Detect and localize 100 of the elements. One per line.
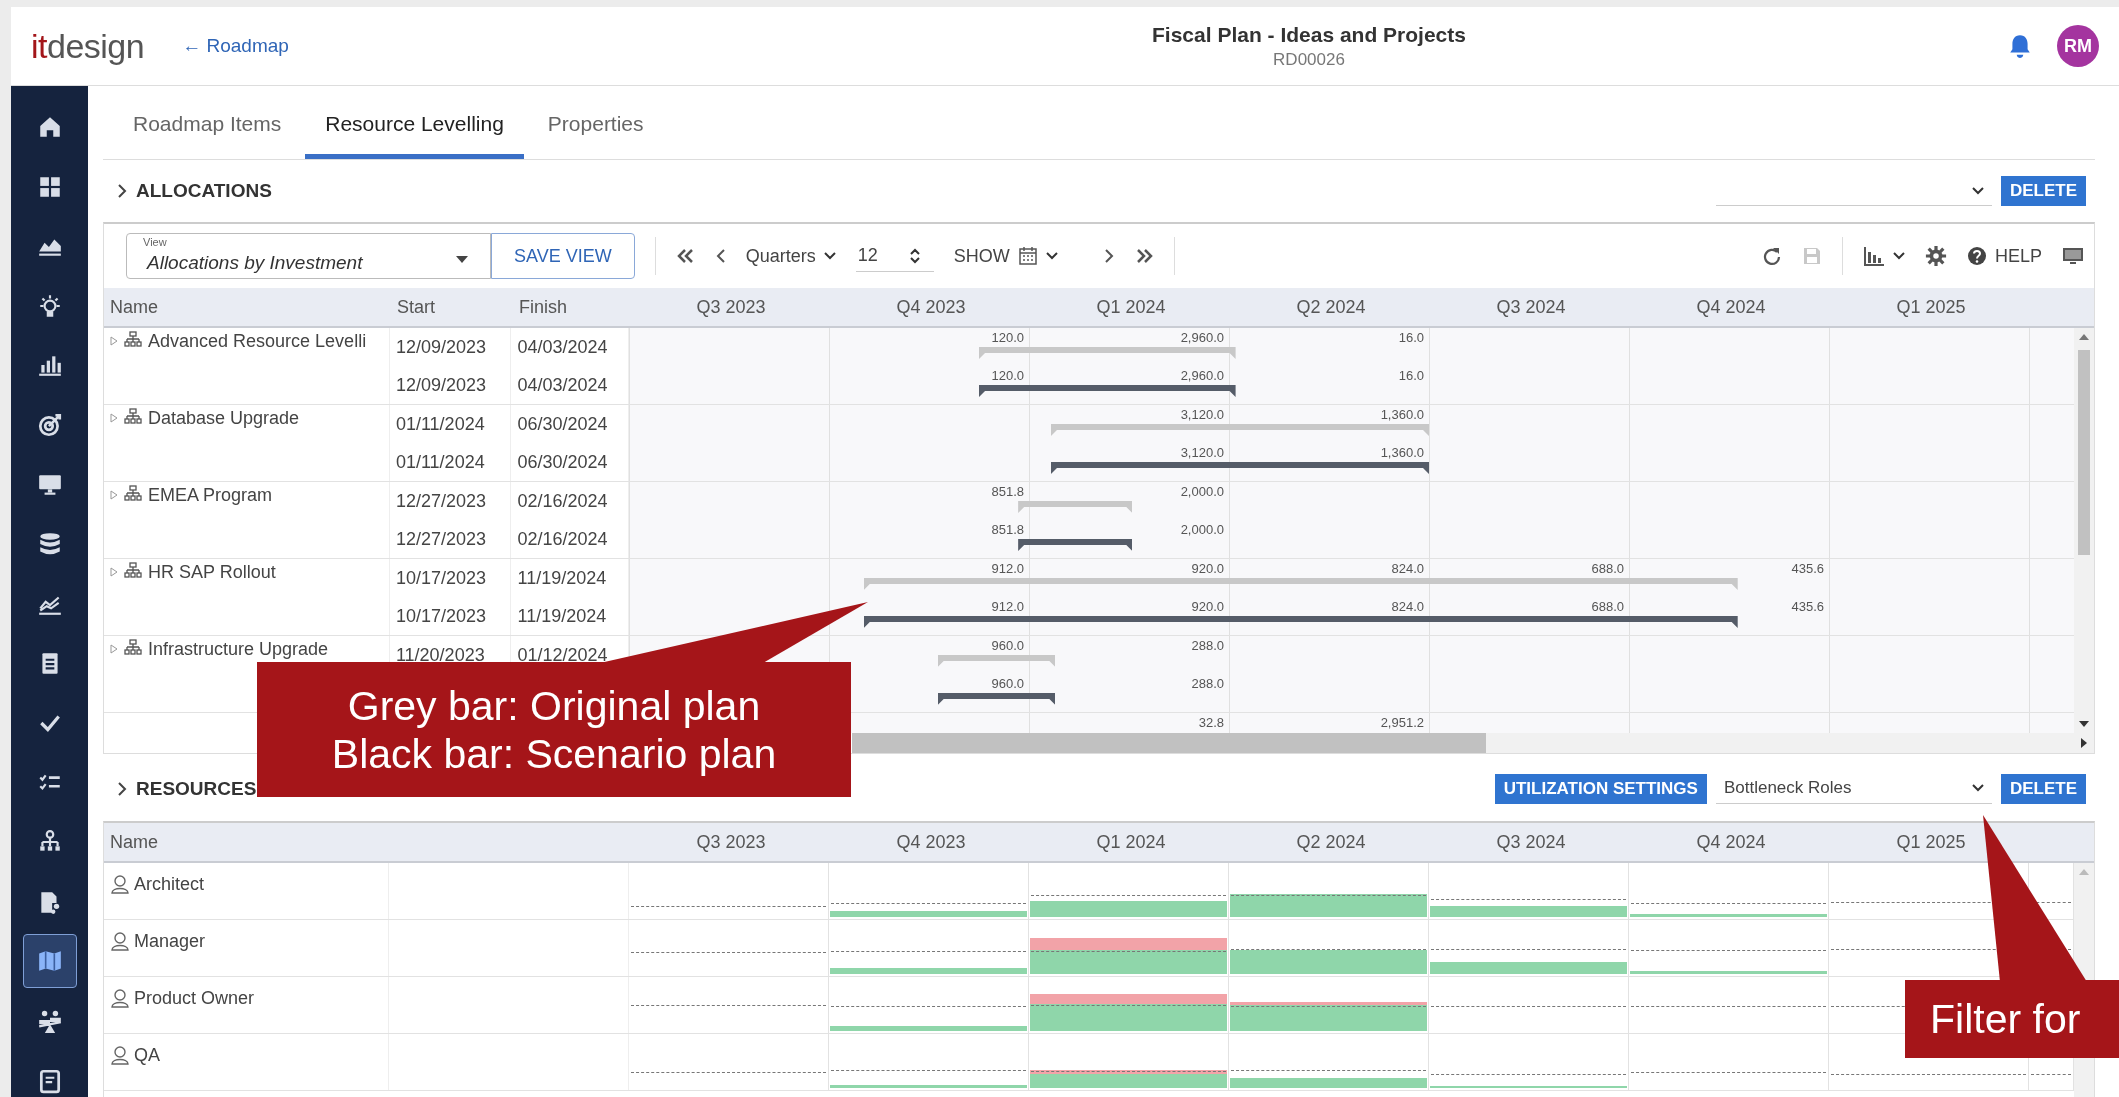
chart-menu-button[interactable]: [1862, 246, 1905, 266]
value-label: 688.0: [1590, 599, 1625, 614]
value-label: 3,120.0: [1179, 445, 1225, 460]
filter-dropdown[interactable]: Bottleneck Roles: [1715, 773, 1992, 804]
finish-date: 01/12/2024: [517, 644, 608, 666]
hierarchy-icon: [124, 485, 142, 501]
value-label: 435.6: [1790, 561, 1825, 576]
settings-icon[interactable]: [1924, 245, 1947, 267]
start-date: 10/17/2023: [395, 605, 486, 627]
caret-icon: [1045, 252, 1058, 260]
scroll-right-icon[interactable]: [2081, 738, 2087, 748]
utilization-settings-button[interactable]: UTILIZATION SETTINGS: [1494, 773, 1707, 804]
finish-date: 11/19/2024: [517, 567, 607, 589]
column-header[interactable]: Start: [391, 296, 513, 318]
tab[interactable]: Properties: [527, 86, 664, 159]
notification-bell-icon[interactable]: [2007, 32, 2033, 60]
value-label: 120.0: [990, 330, 1025, 345]
chevron-right-icon[interactable]: [117, 183, 127, 199]
value-label: 2,000.0: [1179, 484, 1225, 499]
finish-date: 02/16/2024: [517, 528, 608, 550]
value-label: 912.0: [990, 561, 1025, 576]
hierarchy-icon: [124, 331, 142, 347]
view-select[interactable]: View Allocations by Investment: [126, 233, 491, 279]
column-header: Q1 2024: [1095, 831, 1167, 853]
value-label: 960.0: [990, 676, 1025, 691]
double-chevron-left-icon[interactable]: [675, 248, 696, 264]
column-header: Q1 2024: [1095, 296, 1167, 318]
page-id: RD00026: [1272, 49, 1346, 70]
value-label: 824.0: [1390, 599, 1425, 614]
callout-text: Filter for: [1930, 995, 2082, 1043]
hierarchy-icon: [124, 562, 142, 578]
timescale-dropdown[interactable]: Quarters: [745, 245, 836, 267]
save-view-button[interactable]: SAVE VIEW: [491, 233, 635, 279]
field-label: View: [141, 236, 169, 248]
tab[interactable]: Roadmap Items: [113, 86, 302, 159]
back-link[interactable]: ← Roadmap: [182, 35, 289, 57]
target-icon: [36, 411, 63, 438]
chevron-left-icon[interactable]: [715, 248, 726, 264]
item-name: Infrastructure Upgrade: [148, 639, 329, 660]
item-name: EMEA Program: [148, 485, 273, 506]
tab[interactable]: Resource Levelling: [305, 86, 524, 159]
column-header[interactable]: Name: [104, 296, 391, 318]
value-label: 2,000.0: [1179, 522, 1225, 537]
resource-name: Architect: [134, 873, 205, 895]
person-icon: [110, 988, 130, 1008]
scroll-up-icon[interactable]: [2079, 334, 2089, 340]
column-header: Q1 2025: [1895, 296, 1967, 318]
item-name: Database Upgrade: [148, 408, 300, 429]
sidebar-item[interactable]: [22, 934, 77, 989]
show-button[interactable]: SHOW: [953, 245, 1058, 267]
scrollbar[interactable]: [2074, 328, 2094, 733]
scenario-plan-bar[interactable]: [979, 385, 1236, 397]
help-button[interactable]: HELP: [1966, 245, 2042, 267]
section-title: ALLOCATIONS: [136, 180, 272, 202]
finish-date: 04/03/2024: [517, 374, 608, 396]
column-header: Q4 2023: [895, 296, 967, 318]
caret-icon: [1892, 252, 1905, 260]
column-header: Q4 2024: [1695, 831, 1767, 853]
column-header: Q2 2024: [1295, 831, 1367, 853]
column-header[interactable]: Name: [104, 831, 631, 853]
start-date: 11/20/2023: [395, 644, 485, 666]
start-date: 01/11/2024: [395, 413, 485, 435]
value-label: 32.8: [1197, 715, 1225, 730]
delete-button[interactable]: DELETE: [2000, 176, 2086, 206]
chevron-right-icon[interactable]: [117, 780, 127, 797]
value-label: 120.0: [990, 368, 1025, 383]
scenario-plan-bar[interactable]: [1018, 539, 1133, 551]
period-count-field[interactable]: 12: [855, 240, 934, 272]
resource-name: QA: [134, 1044, 160, 1066]
column-header: Q3 2023: [695, 296, 767, 318]
column-header: Q4 2023: [895, 831, 967, 853]
scenario-plan-bar[interactable]: [1051, 462, 1429, 474]
refresh-icon[interactable]: [1761, 246, 1782, 266]
scrollbar[interactable]: [852, 733, 2075, 753]
column-header: Q3 2024: [1495, 831, 1567, 853]
scrollbar-thumb[interactable]: [2078, 350, 2090, 555]
column-header: Q4 2024: [1695, 296, 1767, 318]
start-date: 12/09/2023: [395, 374, 486, 396]
monitor-icon[interactable]: [2062, 246, 2084, 266]
help-icon: [1966, 246, 1987, 266]
scenario-plan-bar[interactable]: [937, 693, 1056, 705]
start-date: 12/27/2023: [395, 528, 486, 550]
column-header[interactable]: Finish: [513, 296, 631, 318]
value-label: 688.0: [1590, 561, 1625, 576]
value-label: 912.0: [990, 599, 1025, 614]
value-label: 2,960.0: [1179, 368, 1225, 383]
value-label: 435.6: [1790, 599, 1825, 614]
caret-icon: [456, 255, 468, 263]
user-avatar[interactable]: RM: [2057, 25, 2099, 67]
finish-date: 02/16/2024: [517, 490, 608, 512]
value-label: 288.0: [1190, 638, 1225, 653]
chevron-right-icon[interactable]: [1103, 248, 1114, 264]
start-date: 01/11/2024: [395, 451, 485, 473]
delete-button[interactable]: DELETE: [2000, 773, 2086, 804]
scroll-down-icon[interactable]: [2079, 721, 2089, 727]
column-header: Q3 2024: [1495, 296, 1567, 318]
scenario-plan-bar[interactable]: [863, 616, 1738, 628]
scrollbar-thumb[interactable]: [852, 733, 1486, 753]
finish-date: 06/30/2024: [517, 413, 608, 435]
calendar-icon: [1017, 246, 1038, 266]
